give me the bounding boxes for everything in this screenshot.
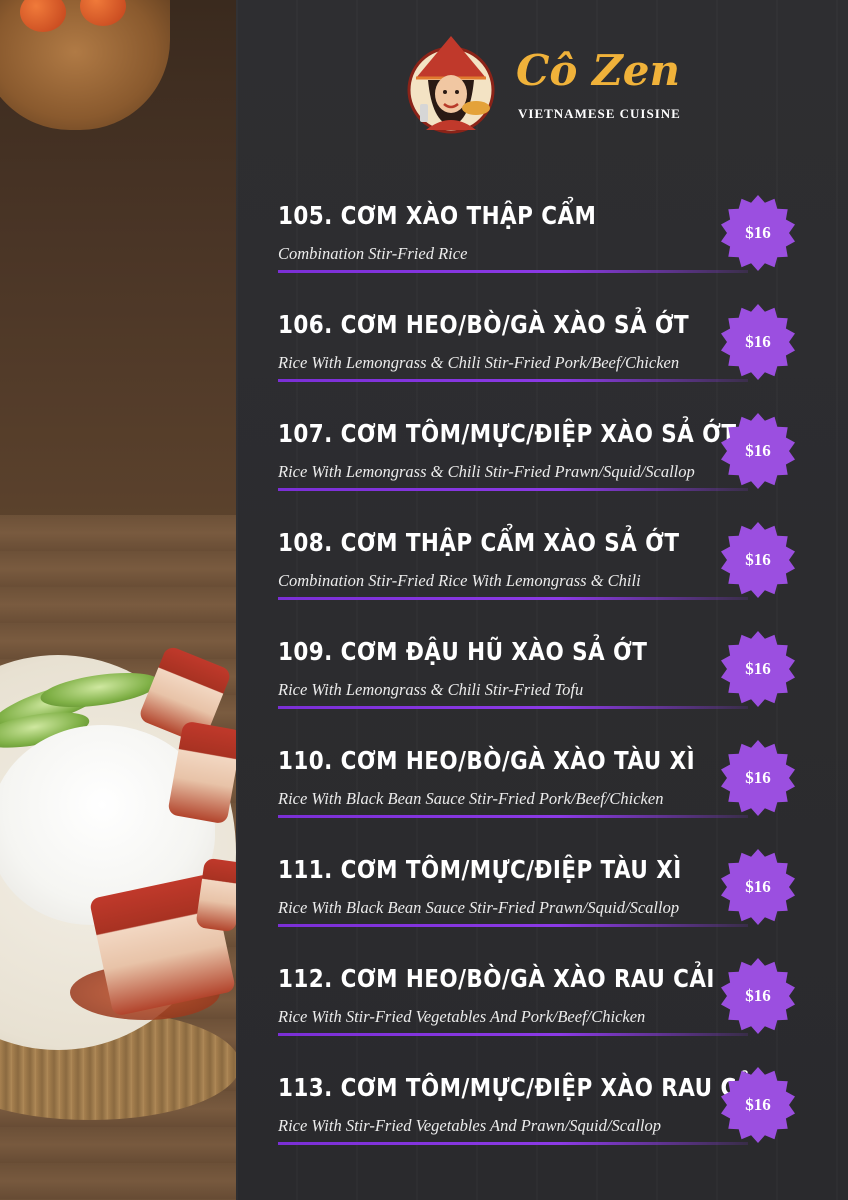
menu-item-description: Combination Stir-Fried Rice With Lemongr…: [278, 571, 641, 590]
menu-item-title: 109. CƠM ĐẬU HŨ XÀO SẢ ỚT: [278, 637, 648, 666]
price-label: $16: [745, 332, 771, 351]
menu-item-title: 111. CƠM TÔM/MỰC/ĐIỆP TÀU XÌ: [278, 855, 682, 884]
brand-name: Cô Zen: [516, 46, 680, 95]
menu-item: 112. CƠM HEO/BÒ/GÀ XÀO RAU CẢI Rice With …: [278, 958, 808, 1067]
menu-item-title: 113. CƠM TÔM/MỰC/ĐIỆP XÀO RAU CẢI: [278, 1073, 763, 1102]
menu-item-description: Rice With Lemongrass & Chili Stir-Fried …: [278, 462, 695, 481]
item-divider: [278, 1033, 748, 1036]
price-label: $16: [745, 223, 771, 242]
brand-header: Cô Zen VIETNAMESE CUISINE: [406, 30, 706, 140]
menu-item-description: Rice With Stir-Fried Vegetables And Pork…: [278, 1007, 646, 1026]
menu-item: 105. CƠM XÀO THẬP CẨM Combination Stir-Fr…: [278, 195, 808, 304]
price-label: $16: [745, 659, 771, 678]
price-badge: $16: [720, 413, 796, 489]
menu-item: 109. CƠM ĐẬU HŨ XÀO SẢ ỚT Rice With Lemon…: [278, 631, 808, 740]
menu-item-title: 110. CƠM HEO/BÒ/GÀ XÀO TÀU XÌ: [278, 746, 696, 775]
menu-item-description: Rice With Lemongrass & Chili Stir-Fried …: [278, 353, 680, 372]
item-divider: [278, 1142, 748, 1145]
logo-icon: [407, 36, 495, 134]
price-label: $16: [745, 1095, 771, 1114]
menu-list: 105. CƠM XÀO THẬP CẨM Combination Stir-Fr…: [278, 195, 808, 1176]
item-divider: [278, 488, 748, 491]
price-badge: $16: [720, 195, 796, 271]
menu-item: 113. CƠM TÔM/MỰC/ĐIỆP XÀO RAU CẢI Rice Wi…: [278, 1067, 808, 1176]
item-divider: [278, 379, 748, 382]
item-divider: [278, 270, 748, 273]
menu-item-title: 108. CƠM THẬP CẨM XÀO SẢ ỚT: [278, 528, 680, 557]
menu-item: 110. CƠM HEO/BÒ/GÀ XÀO TÀU XÌ Rice With B…: [278, 740, 808, 849]
price-badge: $16: [720, 304, 796, 380]
price-label: $16: [745, 986, 771, 1005]
price-label: $16: [745, 441, 771, 460]
price-badge: $16: [720, 1067, 796, 1143]
menu-item-title: 112. CƠM HEO/BÒ/GÀ XÀO RAU CẢI: [278, 964, 715, 993]
item-divider: [278, 706, 748, 709]
price-badge: $16: [720, 849, 796, 925]
price-badge: $16: [720, 740, 796, 816]
item-divider: [278, 815, 748, 818]
price-badge: $16: [720, 522, 796, 598]
item-divider: [278, 597, 748, 600]
menu-item-description: Rice With Black Bean Sauce Stir-Fried Po…: [278, 789, 664, 808]
menu-item-title: 106. CƠM HEO/BÒ/GÀ XÀO SẢ ỚT: [278, 310, 690, 339]
price-label: $16: [745, 768, 771, 787]
price-badge: $16: [720, 958, 796, 1034]
menu-item-title: 105. CƠM XÀO THẬP CẨM: [278, 201, 597, 230]
menu-item: 107. CƠM TÔM/MỰC/ĐIỆP XÀO SẢ ỚT Rice With…: [278, 413, 808, 522]
price-badge: $16: [720, 631, 796, 707]
menu-item-description: Combination Stir-Fried Rice: [278, 244, 468, 263]
menu-item-title: 107. CƠM TÔM/MỰC/ĐIỆP XÀO SẢ ỚT: [278, 419, 737, 448]
menu-item: 108. CƠM THẬP CẨM XÀO SẢ ỚT Combination S…: [278, 522, 808, 631]
menu-item-description: Rice With Stir-Fried Vegetables And Praw…: [278, 1116, 661, 1135]
price-label: $16: [745, 550, 771, 569]
menu-panel: Cô Zen VIETNAMESE CUISINE 105. CƠM XÀO T…: [236, 0, 848, 1200]
menu-item: 106. CƠM HEO/BÒ/GÀ XÀO SẢ ỚT Rice With Le…: [278, 304, 808, 413]
menu-item: 111. CƠM TÔM/MỰC/ĐIỆP TÀU XÌ Rice With Bl…: [278, 849, 808, 958]
item-divider: [278, 924, 748, 927]
food-photo: [0, 0, 236, 1200]
menu-item-description: Rice With Black Bean Sauce Stir-Fried Pr…: [278, 898, 680, 917]
menu-item-description: Rice With Lemongrass & Chili Stir-Fried …: [278, 680, 584, 699]
brand-subtitle: VIETNAMESE CUISINE: [518, 106, 681, 121]
price-label: $16: [745, 877, 771, 896]
